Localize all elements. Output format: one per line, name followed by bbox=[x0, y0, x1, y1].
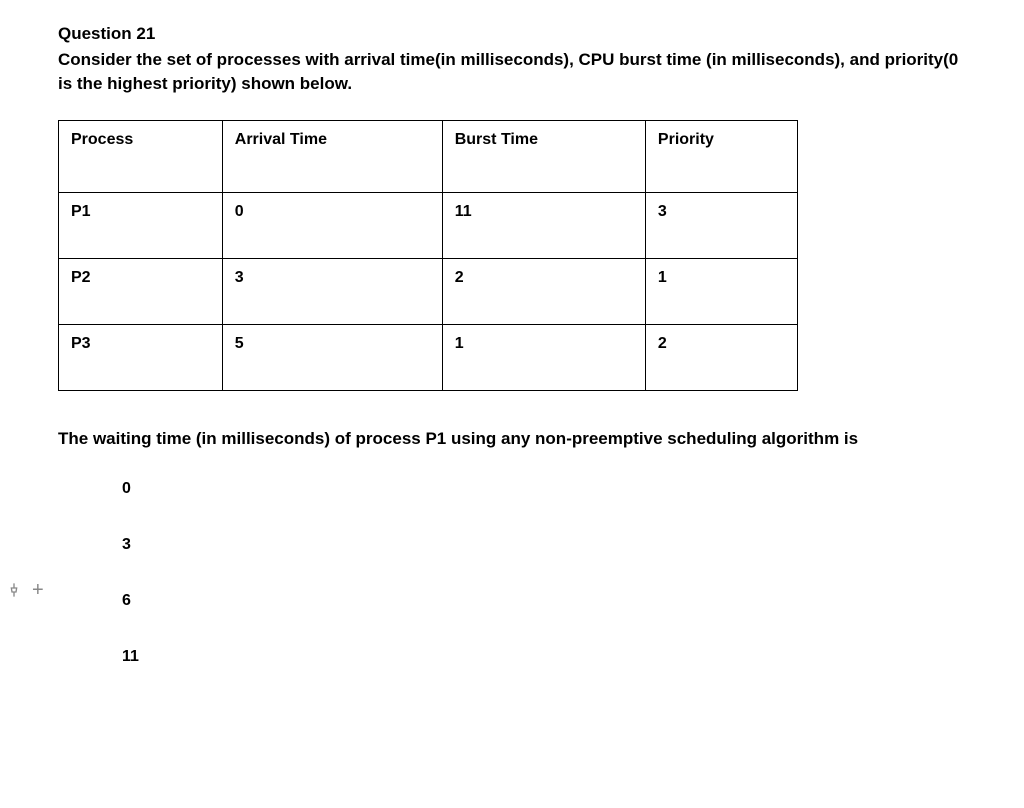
question-followup: The waiting time (in milliseconds) of pr… bbox=[58, 427, 960, 451]
answer-options: 0 3 6 11 bbox=[122, 480, 960, 666]
question-content: Question 21 Consider the set of processe… bbox=[0, 0, 960, 666]
cell-process: P1 bbox=[59, 192, 223, 258]
cell-priority: 2 bbox=[645, 324, 797, 390]
cell-arrival: 5 bbox=[222, 324, 442, 390]
answer-option[interactable]: 11 bbox=[122, 648, 960, 666]
header-priority: Priority bbox=[645, 120, 797, 192]
table-row: P1 0 11 3 bbox=[59, 192, 798, 258]
plus-icon[interactable]: + bbox=[32, 580, 44, 600]
cell-burst: 2 bbox=[442, 258, 645, 324]
answer-option[interactable]: 6 bbox=[122, 592, 960, 610]
table-header-row: Process Arrival Time Burst Time Priority bbox=[59, 120, 798, 192]
header-process: Process bbox=[59, 120, 223, 192]
answer-option[interactable]: 0 bbox=[122, 480, 960, 498]
cell-burst: 1 bbox=[442, 324, 645, 390]
table-row: P2 3 2 1 bbox=[59, 258, 798, 324]
header-burst-time: Burst Time bbox=[442, 120, 645, 192]
cell-priority: 1 bbox=[645, 258, 797, 324]
pin-icon[interactable] bbox=[6, 582, 22, 598]
side-controls: + bbox=[6, 580, 44, 600]
answer-option[interactable]: 3 bbox=[122, 536, 960, 554]
header-arrival-time: Arrival Time bbox=[222, 120, 442, 192]
cell-process: P3 bbox=[59, 324, 223, 390]
cell-arrival: 3 bbox=[222, 258, 442, 324]
cell-priority: 3 bbox=[645, 192, 797, 258]
cell-arrival: 0 bbox=[222, 192, 442, 258]
question-title: Question 21 bbox=[58, 24, 960, 44]
process-table: Process Arrival Time Burst Time Priority… bbox=[58, 120, 798, 391]
cell-burst: 11 bbox=[442, 192, 645, 258]
table-row: P3 5 1 2 bbox=[59, 324, 798, 390]
cell-process: P2 bbox=[59, 258, 223, 324]
question-intro: Consider the set of processes with arriv… bbox=[58, 48, 960, 96]
